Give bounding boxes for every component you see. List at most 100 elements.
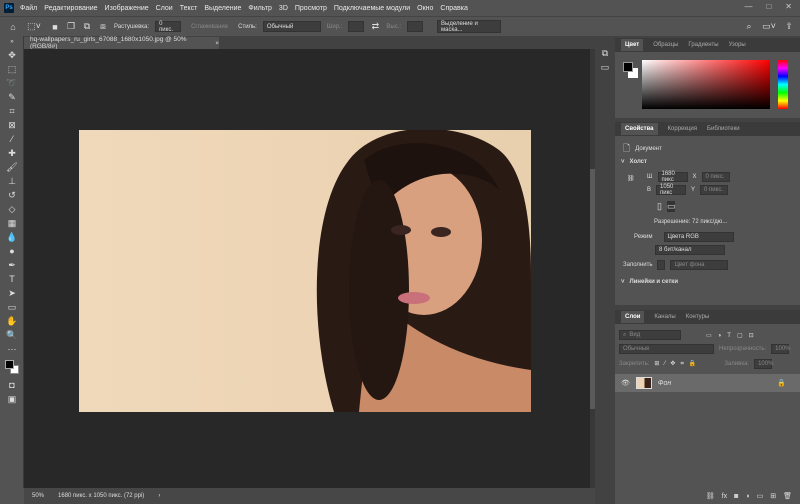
feather-input[interactable]: 0 пикс. <box>155 21 182 33</box>
tab-swatches[interactable]: Образцы <box>653 42 678 48</box>
menu-view[interactable]: Просмотр <box>295 5 327 12</box>
move-tool-icon[interactable]: ✥ <box>0 48 24 62</box>
link-layers-icon[interactable]: ⛓ <box>706 492 715 500</box>
menu-edit[interactable]: Редактирование <box>44 5 97 12</box>
menu-layers[interactable]: Слои <box>156 5 173 12</box>
adjustment-layer-icon[interactable]: ◑ <box>745 493 749 500</box>
layer-row[interactable]: 👁 Фон 🔒 <box>615 374 800 392</box>
collapse-icon[interactable]: » <box>0 36 24 48</box>
antialias-checkbox[interactable]: Сглаживание <box>191 24 228 30</box>
chevron-down-icon[interactable]: ˅ <box>621 159 625 165</box>
landscape-orientation-icon[interactable]: ▭ <box>666 201 676 212</box>
hue-slider[interactable] <box>778 60 788 109</box>
close-tab-icon[interactable]: × <box>215 40 219 47</box>
width-input[interactable] <box>348 21 365 32</box>
opacity-input[interactable]: 100% <box>771 344 791 354</box>
tab-channels[interactable]: Каналы <box>654 314 675 320</box>
portrait-orientation-icon[interactable]: ▯ <box>657 201 662 212</box>
tab-paths[interactable]: Контуры <box>686 314 710 320</box>
zoom-level[interactable]: 50% <box>32 493 44 499</box>
foreground-color-chip[interactable] <box>623 62 633 72</box>
new-selection-icon[interactable]: ■ <box>50 22 60 32</box>
tab-color[interactable]: Цвет <box>621 39 644 51</box>
marquee-preset-icon[interactable]: ⬚˅ <box>24 21 44 32</box>
history-panel-icon[interactable]: ⧉ <box>595 46 615 60</box>
add-mask-icon[interactable]: ◙ <box>734 493 738 500</box>
tab-properties[interactable]: Свойства <box>621 123 658 135</box>
eraser-tool-icon[interactable]: ◇ <box>0 202 24 216</box>
type-tool-icon[interactable]: T <box>0 272 24 286</box>
share-icon[interactable]: ⇪ <box>784 21 794 32</box>
brush-tool-icon[interactable]: 🖌 <box>0 160 24 174</box>
select-and-mask-button[interactable]: Выделение и маска... <box>437 20 502 33</box>
quick-select-tool-icon[interactable]: ✎ <box>0 90 24 104</box>
shape-tool-icon[interactable]: ▭ <box>0 300 24 314</box>
menu-filter[interactable]: Фильтр <box>248 5 272 12</box>
canvas-height-input[interactable]: 1050 пикс <box>656 184 687 196</box>
layer-filter-input[interactable]: ⌕ Вид <box>619 330 681 340</box>
more-tools-icon[interactable]: ⋯ <box>0 342 24 356</box>
search-icon[interactable]: ⌕ <box>744 21 754 32</box>
subtract-selection-icon[interactable]: ⧉ <box>82 21 92 32</box>
canvas-x-input[interactable]: 0 пикс. <box>701 172 730 182</box>
layer-filter-icons[interactable]: ▭◑T▢⊡ <box>706 332 760 339</box>
pen-tool-icon[interactable]: ✒ <box>0 258 24 272</box>
gradient-tool-icon[interactable]: ▦ <box>0 216 24 230</box>
height-input[interactable] <box>407 21 424 32</box>
eye-icon[interactable]: 👁 <box>621 379 630 387</box>
history-brush-icon[interactable]: ↺ <box>0 188 24 202</box>
new-layer-icon[interactable]: ⊞ <box>770 492 776 500</box>
healing-tool-icon[interactable]: ✚ <box>0 146 24 160</box>
minimize-button[interactable]: — <box>744 2 752 11</box>
lock-icons[interactable]: ⊞⁄✥⌗🔒 <box>654 360 701 368</box>
fill-select[interactable]: Цвет фона <box>670 260 729 270</box>
fill-color-swatch[interactable] <box>657 260 666 270</box>
canvas-width-input[interactable]: 1680 пикс <box>657 171 688 183</box>
lasso-tool-icon[interactable]: ➰ <box>0 76 24 90</box>
style-select[interactable]: Обычный <box>262 21 321 32</box>
foreground-color-swatch[interactable] <box>5 360 14 369</box>
comments-panel-icon[interactable]: ▭ <box>595 60 615 74</box>
menu-help[interactable]: Справка <box>440 5 467 12</box>
trash-icon[interactable]: 🗑 <box>783 492 792 500</box>
blur-tool-icon[interactable]: 💧 <box>0 230 24 244</box>
fill-input[interactable]: 100% <box>754 359 773 369</box>
chevron-down-icon[interactable]: ˅ <box>621 279 625 285</box>
close-button[interactable]: ✕ <box>785 2 792 11</box>
status-menu-arrow[interactable]: › <box>158 493 160 499</box>
tab-gradients[interactable]: Градиенты <box>688 42 718 48</box>
canvas-y-input[interactable]: 0 пикс. <box>700 185 729 195</box>
menu-plugins[interactable]: Подключаемые модули <box>334 5 410 12</box>
crop-tool-icon[interactable]: ⌗ <box>0 104 24 118</box>
color-swatches[interactable] <box>0 356 24 378</box>
menu-file[interactable]: Файл <box>20 5 37 12</box>
marquee-tool-icon[interactable]: ⬚ <box>0 62 24 76</box>
tab-patterns[interactable]: Узоры <box>729 42 746 48</box>
mode-select[interactable]: Цвета RGB <box>663 232 734 242</box>
menu-select[interactable]: Выделение <box>204 5 241 12</box>
fx-icon[interactable]: fx <box>722 493 727 500</box>
menu-3d[interactable]: 3D <box>279 5 288 12</box>
menu-type[interactable]: Текст <box>180 5 198 12</box>
eyedropper-tool-icon[interactable]: ⁄ <box>0 132 24 146</box>
dodge-tool-icon[interactable]: ● <box>0 244 24 258</box>
document-image[interactable] <box>79 130 531 412</box>
tab-layers[interactable]: Слои <box>621 311 645 323</box>
maximize-button[interactable]: □ <box>766 2 771 11</box>
home-icon[interactable]: ⌂ <box>8 22 18 32</box>
hand-tool-icon[interactable]: ✋ <box>0 314 24 328</box>
document-tab[interactable]: hq-wallpapers_ru_girls_67088_1680x1050.j… <box>24 36 219 50</box>
tab-libraries[interactable]: Библиотеки <box>707 126 740 132</box>
path-select-icon[interactable]: ➤ <box>0 286 24 300</box>
color-field[interactable] <box>642 60 770 109</box>
intersect-selection-icon[interactable]: ⧈ <box>98 21 108 32</box>
swap-icon[interactable]: ⇄ <box>370 21 380 32</box>
menu-window[interactable]: Окно <box>417 5 433 12</box>
link-icon[interactable]: ⛓ <box>627 175 635 182</box>
workspace-icon[interactable]: ▭˅ <box>760 21 778 32</box>
bit-depth-select[interactable]: 8 бит/канал <box>655 245 725 255</box>
menu-image[interactable]: Изображение <box>105 5 149 12</box>
tab-adjustments[interactable]: Коррекция <box>668 126 698 132</box>
add-selection-icon[interactable]: ❐ <box>66 21 76 32</box>
quick-mask-icon[interactable]: ◘ <box>0 378 24 392</box>
